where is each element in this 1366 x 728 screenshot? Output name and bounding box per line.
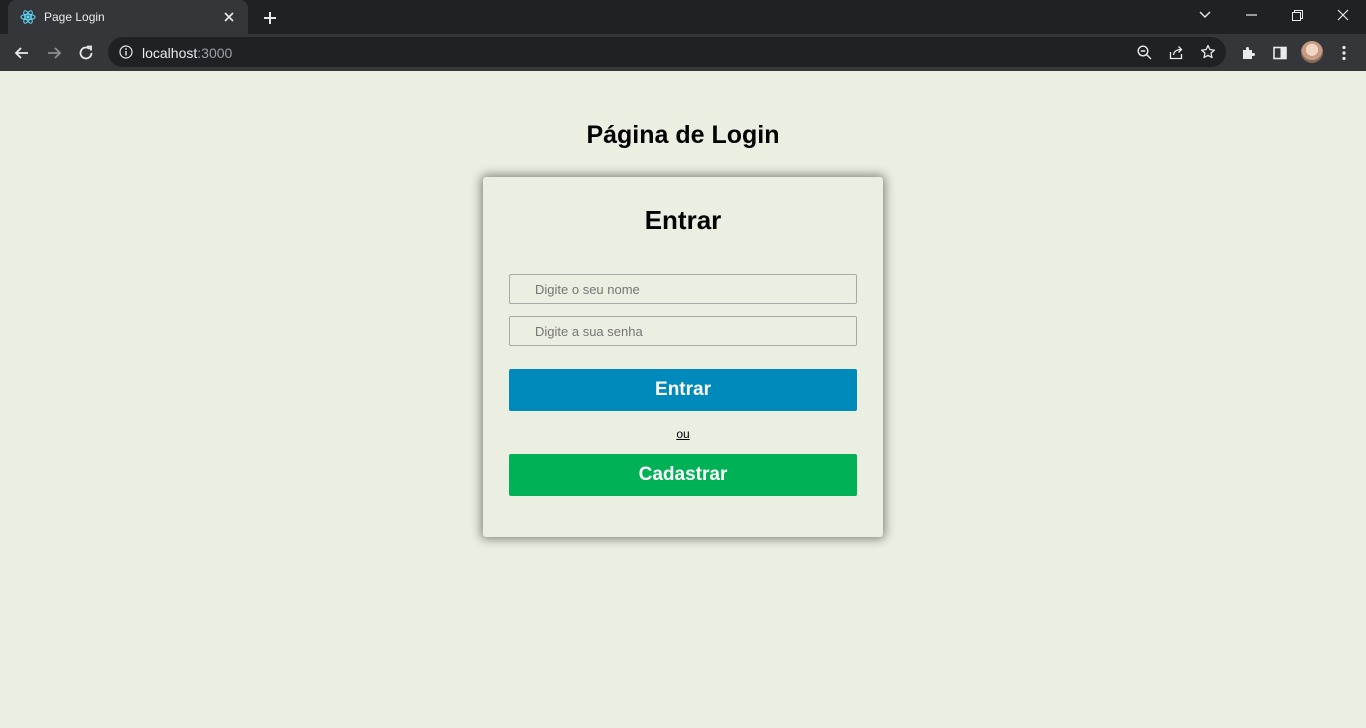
tab-search-icon[interactable] xyxy=(1182,0,1228,30)
browser-tab[interactable]: Page Login xyxy=(8,0,248,34)
star-icon[interactable] xyxy=(1198,42,1218,62)
react-icon xyxy=(20,9,36,25)
restore-icon[interactable] xyxy=(1274,0,1320,30)
page-title: Página de Login xyxy=(586,121,780,149)
browser-tab-strip: Page Login xyxy=(0,0,1366,34)
password-input[interactable] xyxy=(509,316,857,346)
login-button[interactable]: Entrar xyxy=(509,369,857,411)
reload-icon[interactable] xyxy=(72,39,100,67)
arrow-left-icon[interactable] xyxy=(8,39,36,67)
minimize-icon[interactable] xyxy=(1228,0,1274,30)
puzzle-icon[interactable] xyxy=(1234,39,1262,67)
profile-avatar[interactable] xyxy=(1301,41,1323,63)
zoom-out-icon[interactable] xyxy=(1134,42,1154,62)
info-icon[interactable] xyxy=(118,44,134,60)
register-button[interactable]: Cadastrar xyxy=(509,454,857,496)
close-icon[interactable] xyxy=(220,8,238,26)
arrow-right-icon[interactable] xyxy=(40,39,68,67)
tab-title: Page Login xyxy=(44,10,105,24)
side-panel-icon[interactable] xyxy=(1266,39,1294,67)
url-host: localhost xyxy=(142,45,198,61)
kebab-menu-icon[interactable] xyxy=(1330,39,1358,67)
login-card: Entrar Entrar ou Cadastrar xyxy=(483,177,883,537)
username-input[interactable] xyxy=(509,274,857,304)
url-text[interactable]: localhost:3000 xyxy=(142,45,232,61)
or-link[interactable]: ou xyxy=(483,427,883,441)
browser-toolbar: localhost:3000 xyxy=(0,34,1366,71)
address-bar[interactable]: localhost:3000 xyxy=(108,37,1226,67)
url-port: :3000 xyxy=(197,45,233,61)
plus-icon[interactable] xyxy=(258,6,282,30)
window-close-icon[interactable] xyxy=(1320,0,1366,30)
share-icon[interactable] xyxy=(1166,42,1186,62)
card-title: Entrar xyxy=(644,205,722,235)
